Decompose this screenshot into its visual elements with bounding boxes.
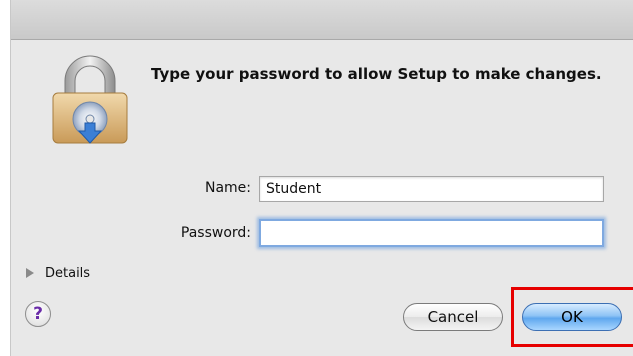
help-icon: ? [33, 303, 43, 324]
password-field[interactable] [259, 219, 604, 247]
dialog-titlebar[interactable] [11, 0, 633, 40]
name-label: Name: [204, 180, 251, 196]
ok-button[interactable]: OK [522, 303, 622, 331]
details-label[interactable]: Details [45, 266, 90, 281]
lock-icon [52, 55, 128, 144]
password-label: Password: [180, 225, 251, 241]
details-disclosure[interactable]: Details [26, 264, 90, 282]
cancel-button[interactable]: Cancel [403, 303, 503, 331]
authentication-dialog: Type your password to allow Setup to mak… [10, 0, 633, 356]
disclosure-triangle-icon[interactable] [26, 268, 34, 278]
name-field[interactable]: Student [259, 176, 604, 202]
dialog-message: Type your password to allow Setup to mak… [151, 65, 602, 83]
help-button[interactable]: ? [25, 301, 51, 327]
